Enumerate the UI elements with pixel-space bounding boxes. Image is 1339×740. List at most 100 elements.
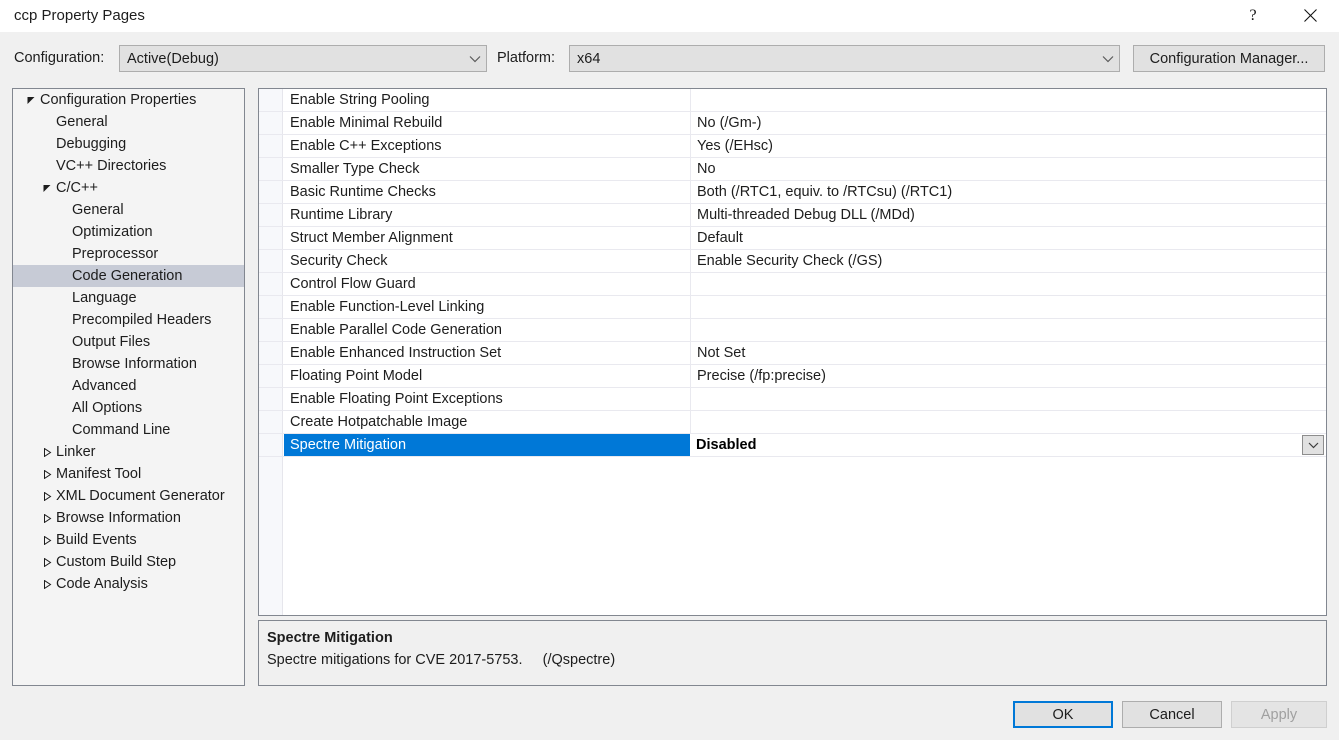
property-name[interactable]: Enable Enhanced Instruction Set (284, 342, 690, 364)
property-value[interactable]: Default (690, 227, 1326, 249)
property-value[interactable]: No (690, 158, 1326, 180)
property-value[interactable]: Not Set (690, 342, 1326, 364)
configuration-tree[interactable]: Configuration Properties General Debugging… (12, 88, 245, 686)
tree-item-precompiled-headers[interactable]: Precompiled Headers (13, 309, 244, 331)
property-row[interactable]: Enable Floating Point Exceptions (259, 388, 1326, 411)
tree-item-debugging[interactable]: Debugging (13, 133, 244, 155)
cancel-button[interactable]: Cancel (1122, 701, 1222, 728)
property-row[interactable]: Enable Parallel Code Generation (259, 319, 1326, 342)
tree-item-code-generation[interactable]: Code Generation (13, 265, 244, 287)
property-name[interactable]: Enable Floating Point Exceptions (284, 388, 690, 410)
property-name[interactable]: Enable Parallel Code Generation (284, 319, 690, 341)
help-button[interactable]: ? (1230, 0, 1276, 31)
tree-item-vc-directories[interactable]: VC++ Directories (13, 155, 244, 177)
configuration-combobox[interactable]: Active(Debug) (119, 45, 487, 72)
property-name[interactable]: Runtime Library (284, 204, 690, 226)
tree-item-build-events[interactable]: Build Events (13, 529, 244, 551)
property-row[interactable]: Enable C++ Exceptions Yes (/EHsc) (259, 135, 1326, 158)
title-bar: ccp Property Pages ? (0, 0, 1339, 32)
platform-combobox-value: x64 (577, 50, 601, 67)
property-name[interactable]: Spectre Mitigation (284, 434, 690, 456)
property-name[interactable]: Enable Function-Level Linking (284, 296, 690, 318)
tree-item-browse-information[interactable]: Browse Information (13, 353, 244, 375)
triangle-right-icon[interactable] (39, 469, 55, 479)
close-button[interactable] (1287, 0, 1333, 31)
tree-item-general[interactable]: General (13, 111, 244, 133)
tree-item-label: Code Generation (72, 268, 183, 284)
property-name[interactable]: Security Check (284, 250, 690, 272)
tree-item-browse-information[interactable]: Browse Information (13, 507, 244, 529)
property-value[interactable]: Yes (/EHsc) (690, 135, 1326, 157)
property-row[interactable]: Enable Function-Level Linking (259, 296, 1326, 319)
property-value[interactable]: Disabled (690, 434, 1326, 456)
tree-item-custom-build-step[interactable]: Custom Build Step (13, 551, 244, 573)
triangle-right-icon[interactable] (39, 579, 55, 589)
property-name[interactable]: Enable String Pooling (284, 89, 690, 111)
property-row[interactable]: Enable Minimal Rebuild No (/Gm-) (259, 112, 1326, 135)
triangle-right-icon[interactable] (39, 447, 55, 457)
tree-item-command-line[interactable]: Command Line (13, 419, 244, 441)
question-mark-icon: ? (1249, 6, 1257, 24)
tree-item-manifest-tool[interactable]: Manifest Tool (13, 463, 244, 485)
ok-button[interactable]: OK (1013, 701, 1113, 728)
tree-item-all-options[interactable]: All Options (13, 397, 244, 419)
tree-item-optimization[interactable]: Optimization (13, 221, 244, 243)
tree-item-label: Optimization (72, 224, 153, 240)
property-value[interactable] (690, 411, 1326, 433)
property-value[interactable] (690, 273, 1326, 295)
triangle-right-icon[interactable] (39, 557, 55, 567)
tree-item-preprocessor[interactable]: Preprocessor (13, 243, 244, 265)
tree-item-general[interactable]: General (13, 199, 244, 221)
property-name[interactable]: Enable Minimal Rebuild (284, 112, 690, 134)
property-row[interactable]: Enable Enhanced Instruction Set Not Set (259, 342, 1326, 365)
platform-combobox[interactable]: x64 (569, 45, 1120, 72)
property-name[interactable]: Basic Runtime Checks (284, 181, 690, 203)
property-name[interactable]: Create Hotpatchable Image (284, 411, 690, 433)
triangle-right-icon[interactable] (39, 513, 55, 523)
triangle-right-icon[interactable] (39, 491, 55, 501)
property-name[interactable]: Enable C++ Exceptions (284, 135, 690, 157)
property-value-text: Precise (/fp:precise) (697, 368, 826, 384)
property-row[interactable]: Control Flow Guard (259, 273, 1326, 296)
tree-item-code-analysis[interactable]: Code Analysis (13, 573, 244, 595)
property-row[interactable]: Struct Member Alignment Default (259, 227, 1326, 250)
property-grid[interactable]: Enable String Pooling Enable Minimal Rebu… (258, 88, 1327, 616)
tree-item-xml-document-generator[interactable]: XML Document Generator (13, 485, 244, 507)
tree-item-language[interactable]: Language (13, 287, 244, 309)
property-value[interactable] (690, 388, 1326, 410)
configuration-manager-button[interactable]: Configuration Manager... (1133, 45, 1325, 72)
tree-item-c-c[interactable]: C/C++ (13, 177, 244, 199)
property-value[interactable]: Multi-threaded Debug DLL (/MDd) (690, 204, 1326, 226)
property-value[interactable] (690, 89, 1326, 111)
close-icon (1303, 9, 1317, 22)
property-name[interactable]: Floating Point Model (284, 365, 690, 387)
property-row[interactable]: Basic Runtime Checks Both (/RTC1, equiv. … (259, 181, 1326, 204)
property-row[interactable]: Floating Point Model Precise (/fp:precise… (259, 365, 1326, 388)
property-name[interactable]: Smaller Type Check (284, 158, 690, 180)
property-value[interactable]: Both (/RTC1, equiv. to /RTCsu) (/RTC1) (690, 181, 1326, 203)
triangle-down-icon[interactable] (39, 184, 55, 193)
property-row[interactable]: Smaller Type Check No (259, 158, 1326, 181)
property-value[interactable]: Enable Security Check (/GS) (690, 250, 1326, 272)
triangle-down-icon[interactable] (23, 96, 39, 105)
property-value[interactable]: No (/Gm-) (690, 112, 1326, 134)
property-row[interactable]: Create Hotpatchable Image (259, 411, 1326, 434)
property-value-dropdown-button[interactable] (1302, 435, 1324, 455)
property-row[interactable]: Runtime Library Multi-threaded Debug DLL … (259, 204, 1326, 227)
triangle-right-icon[interactable] (39, 535, 55, 545)
property-row[interactable]: Security Check Enable Security Check (/GS… (259, 250, 1326, 273)
property-value[interactable]: Precise (/fp:precise) (690, 365, 1326, 387)
property-row[interactable]: Enable String Pooling (259, 89, 1326, 112)
property-value[interactable] (690, 319, 1326, 341)
tree-item-label: Advanced (72, 378, 137, 394)
property-value[interactable] (690, 296, 1326, 318)
tree-item-output-files[interactable]: Output Files (13, 331, 244, 353)
property-value-text: Both (/RTC1, equiv. to /RTCsu) (/RTC1) (697, 184, 953, 200)
tree-item-label: VC++ Directories (56, 158, 167, 174)
tree-item-configuration-properties[interactable]: Configuration Properties (13, 89, 244, 111)
property-name[interactable]: Struct Member Alignment (284, 227, 690, 249)
property-name[interactable]: Control Flow Guard (284, 273, 690, 295)
tree-item-advanced[interactable]: Advanced (13, 375, 244, 397)
tree-item-linker[interactable]: Linker (13, 441, 244, 463)
property-row[interactable]: Spectre Mitigation Disabled (259, 434, 1326, 457)
